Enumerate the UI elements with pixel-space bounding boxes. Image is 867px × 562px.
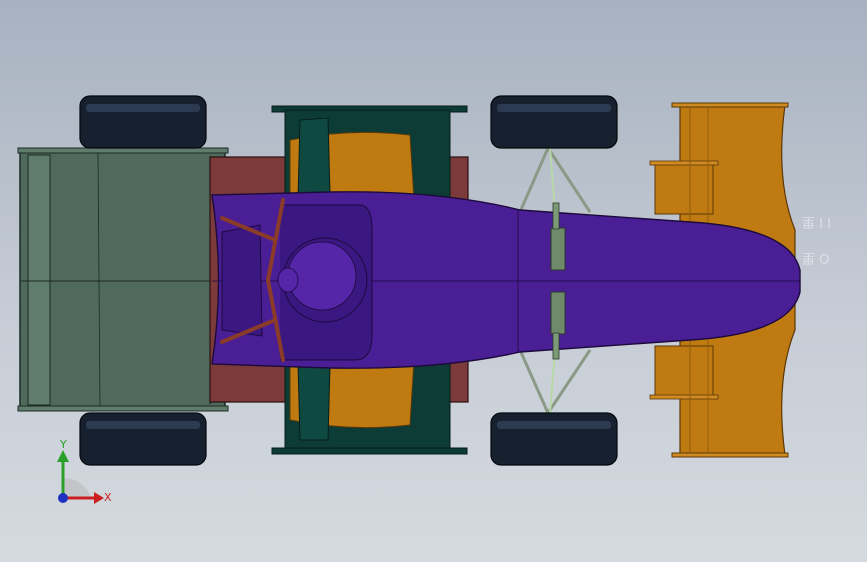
rear-left-tire xyxy=(79,95,207,149)
y-axis-label: Y xyxy=(59,438,67,451)
wing-annotation-top: I I 里 xyxy=(802,214,831,229)
coordinate-triad: Y X xyxy=(57,438,112,504)
wing-annotation-bottom: O 里 xyxy=(802,250,829,265)
x-axis-arrow-icon xyxy=(94,492,104,504)
front-left-tire xyxy=(490,95,618,149)
triad-plane xyxy=(63,477,91,498)
rear-wing xyxy=(17,147,229,412)
x-axis-label: X xyxy=(104,491,112,504)
front-right-tire xyxy=(490,412,618,466)
z-axis-dot-icon xyxy=(58,493,68,503)
y-axis-arrow-icon xyxy=(57,450,69,462)
cad-3d-viewport[interactable]: I I 里 O 里 xyxy=(0,0,867,562)
